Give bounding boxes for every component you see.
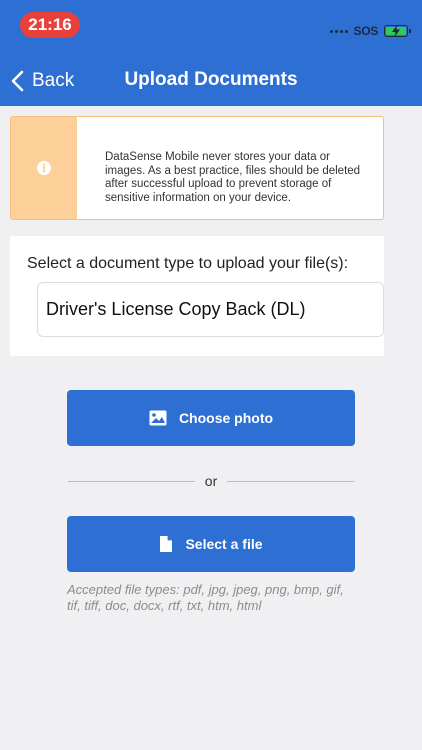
sos-indicator: SOS <box>353 24 379 38</box>
choose-photo-button[interactable]: Choose photo <box>67 390 355 446</box>
signal-icon <box>329 29 348 33</box>
document-type-card: Select a document type to upload your fi… <box>10 236 384 356</box>
privacy-notice: i DataSense Mobile never stores your dat… <box>10 116 384 220</box>
page-title: Upload Documents <box>124 69 298 90</box>
or-divider: or <box>68 472 355 490</box>
document-type-label: Select a document type to upload your fi… <box>27 255 349 272</box>
notice-accent: i <box>11 117 77 219</box>
image-icon <box>149 410 167 426</box>
divider-line-right <box>227 480 355 482</box>
divider-line-left <box>68 480 195 482</box>
info-icon: i <box>37 161 51 175</box>
battery-charging-icon <box>384 25 411 37</box>
file-icon <box>160 536 173 552</box>
select-file-button[interactable]: Select a file <box>67 516 355 572</box>
document-type-select[interactable]: Driver's License Copy Back (DL) <box>37 282 384 337</box>
accepted-file-types: Accepted file types: pdf, jpg, jpeg, png… <box>67 582 344 613</box>
choose-photo-label: Choose photo <box>178 410 274 426</box>
status-time: 21:16 <box>20 12 80 38</box>
status-indicators: SOS <box>329 22 411 40</box>
select-file-label: Select a file <box>185 536 263 552</box>
header-bar: 21:16 SOS Back Upload Documents <box>0 0 422 106</box>
or-label: or <box>204 473 218 489</box>
notice-text: DataSense Mobile never stores your data … <box>105 151 361 204</box>
